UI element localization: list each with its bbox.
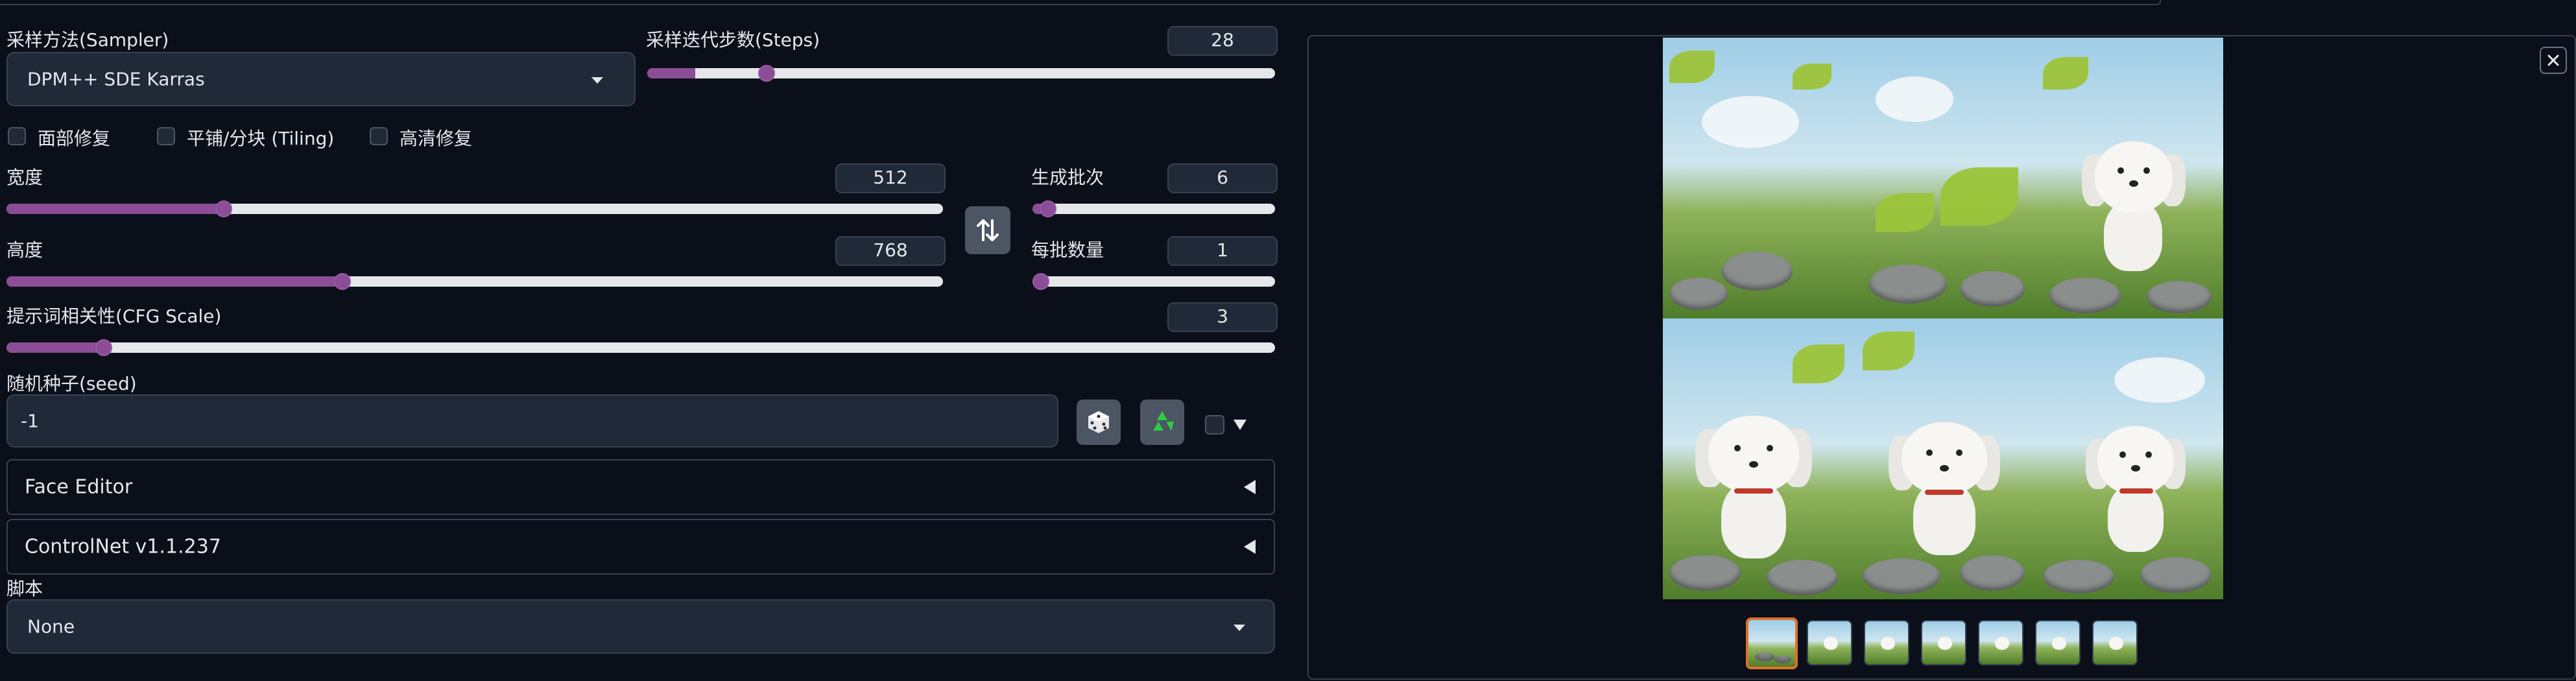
seed-input[interactable]: -1: [6, 394, 1058, 448]
tiling-label: 平铺/分块 (Tiling): [187, 128, 335, 149]
preview-image[interactable]: [1663, 38, 2223, 599]
face-editor-title: Face Editor: [25, 475, 133, 499]
reuse-seed-button[interactable]: [1140, 400, 1184, 445]
script-dropdown[interactable]: None: [6, 599, 1275, 654]
batch-size-slider-thumb[interactable]: [1032, 273, 1049, 290]
height-slider-thumb[interactable]: [334, 273, 351, 290]
cfg-scale-slider-thumb[interactable]: [95, 339, 112, 356]
collapse-left-icon: [1244, 480, 1256, 494]
face-editor-accordion[interactable]: Face Editor: [6, 459, 1275, 515]
swap-dimensions-button[interactable]: [965, 206, 1010, 254]
batch-size-slider-track[interactable]: [1032, 276, 1275, 287]
steps-slider-fill: [647, 68, 695, 78]
height-slider-track[interactable]: [6, 276, 943, 287]
batch-count-slider-track[interactable]: [1032, 204, 1275, 214]
chevron-down-icon: [591, 77, 603, 84]
batch-size-label: 每批数量: [1031, 239, 1104, 261]
seed-value: -1: [21, 410, 39, 432]
cfg-scale-input[interactable]: 3: [1167, 302, 1278, 332]
seed-label: 随机种子(seed): [6, 373, 137, 394]
recycle-icon: [1153, 411, 1174, 431]
gallery-thumbnail[interactable]: [2035, 620, 2081, 665]
collapse-left-icon: [1244, 540, 1256, 554]
width-input[interactable]: 512: [835, 163, 946, 193]
seed-extra-checkbox[interactable]: [1205, 415, 1224, 435]
gallery-thumbnail[interactable]: [1921, 620, 1966, 665]
width-slider-fill: [6, 204, 224, 214]
gallery-thumbnail[interactable]: [1864, 620, 1909, 665]
steps-slider-thumb[interactable]: [758, 65, 775, 82]
width-slider-thumb[interactable]: [215, 200, 232, 217]
batch-count-label: 生成批次: [1031, 167, 1104, 188]
tiling-checkbox[interactable]: [157, 127, 175, 145]
gallery-thumbnail[interactable]: [1807, 620, 1852, 665]
cfg-scale-slider-fill: [6, 342, 104, 353]
cfg-scale-slider-track[interactable]: [6, 342, 1275, 353]
height-input[interactable]: 768: [835, 236, 946, 266]
preview-tile: [1663, 318, 1850, 599]
random-seed-button[interactable]: [1077, 400, 1121, 445]
preview-tile: [1663, 38, 1850, 318]
steps-label: 采样迭代步数(Steps): [646, 29, 820, 51]
steps-slider-track[interactable]: [647, 68, 1275, 78]
preview-tile: [1850, 38, 2036, 318]
gallery-thumbnail-selected[interactable]: [1746, 617, 1798, 669]
controlnet-accordion[interactable]: ControlNet v1.1.237: [6, 519, 1275, 575]
hires-fix-label: 高清修复: [400, 128, 473, 149]
close-icon: [2547, 54, 2559, 66]
sampler-label: 采样方法(Sampler): [6, 29, 169, 51]
sampler-dropdown[interactable]: DPM++ SDE Karras: [6, 52, 636, 106]
preview-tile: [2036, 318, 2223, 599]
width-slider-track[interactable]: [6, 204, 943, 214]
batch-count-slider-thumb[interactable]: [1040, 200, 1056, 217]
controlnet-title: ControlNet v1.1.237: [25, 535, 221, 558]
close-gallery-button[interactable]: [2540, 47, 2567, 74]
width-label: 宽度: [6, 167, 43, 188]
dice-icon: [1088, 411, 1109, 433]
seed-extra-toggle-icon[interactable]: [1234, 420, 1246, 430]
preview-tile: [2036, 38, 2223, 318]
batch-count-input[interactable]: 6: [1167, 163, 1278, 193]
gallery-thumbnail[interactable]: [1978, 620, 2023, 665]
top-panel-border: [0, 0, 2161, 5]
batch-size-input[interactable]: 1: [1167, 236, 1278, 266]
script-label: 脚本: [6, 578, 43, 599]
face-restore-checkbox[interactable]: [8, 127, 26, 145]
gallery-thumbnail[interactable]: [2092, 620, 2138, 665]
cfg-scale-label: 提示词相关性(CFG Scale): [6, 305, 222, 327]
height-label: 高度: [6, 239, 43, 261]
face-restore-label: 面部修复: [38, 128, 111, 149]
preview-tile: [1850, 318, 2036, 599]
hires-fix-checkbox[interactable]: [370, 127, 388, 145]
script-value: None: [27, 615, 75, 638]
steps-input[interactable]: 28: [1167, 26, 1278, 56]
swap-dimensions-icon: [977, 219, 999, 241]
sampler-value: DPM++ SDE Karras: [27, 68, 205, 90]
chevron-down-icon: [1234, 625, 1245, 631]
height-slider-fill: [6, 276, 342, 287]
